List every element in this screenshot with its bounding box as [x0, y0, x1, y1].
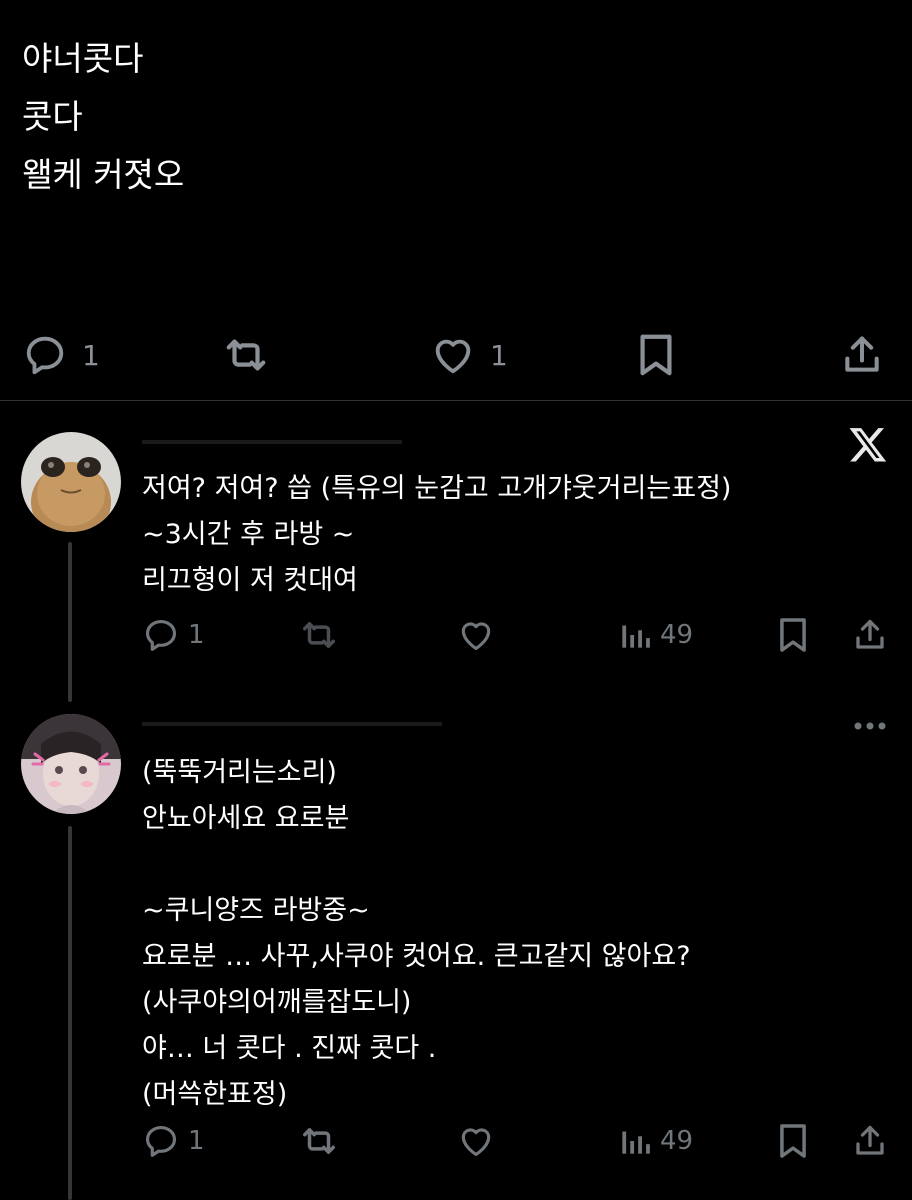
- bookmark-icon: [640, 334, 672, 376]
- like-button[interactable]: [456, 1122, 496, 1160]
- reply-line: ~3시간 후 라방 ~: [142, 519, 355, 550]
- reply-button[interactable]: 1: [142, 616, 205, 654]
- reply-line: 요로분 … 사꾸,사쿠야 컷어요. 큰고같지 않아요?: [142, 941, 691, 972]
- share-icon: [856, 1125, 884, 1155]
- views-button[interactable]: 49: [618, 616, 693, 654]
- reply-line: 리끄형이 저 컷대여: [142, 565, 358, 596]
- thread-line: [68, 826, 72, 1200]
- reply-line: [142, 842, 691, 888]
- retweet-icon: [226, 339, 266, 371]
- top-tweet-text: 야너콧다 콧다 왤케 커졋오: [22, 30, 184, 204]
- reply-line: (머쓱한표정): [142, 1079, 288, 1110]
- views-count: 49: [660, 620, 694, 650]
- views-icon: [622, 1131, 650, 1154]
- reply-line: 야… 너 콧다 . 진짜 콧다 .: [142, 1033, 437, 1064]
- share-button[interactable]: [852, 616, 888, 654]
- x-logo-icon: [849, 428, 887, 462]
- views-icon: [622, 625, 650, 648]
- reply-text: (뚝뚝거리는소리) 안뇨아세요 요로분 ~쿠니양즈 라방중~ 요로분 … 사꾸,…: [142, 750, 691, 1118]
- reply-line: (사쿠야의어깨를잡도니): [142, 987, 412, 1018]
- bookmark-button[interactable]: [776, 1122, 810, 1160]
- reply-line: 저여? 저여? 씁 (특유의 눈감고 고개갸웃거리는표정): [142, 473, 732, 504]
- retweet-button[interactable]: [298, 1122, 340, 1160]
- reply-count: 1: [188, 620, 205, 650]
- blurred-username: [142, 440, 402, 444]
- reply-icon: [145, 1125, 177, 1157]
- share-icon: [856, 619, 884, 649]
- share-button[interactable]: [852, 1122, 888, 1160]
- reply-icon: [26, 336, 64, 375]
- reply-text: 저여? 저여? 씁 (특유의 눈감고 고개갸웃거리는표정) ~3시간 후 라방 …: [142, 466, 731, 604]
- share-icon: [845, 336, 879, 372]
- avatar-plush-image: [21, 432, 121, 532]
- bookmark-icon: [780, 1124, 806, 1158]
- divider: [0, 400, 912, 401]
- retweet-icon: [303, 622, 335, 648]
- reply-count: 1: [82, 338, 100, 372]
- reply-icon: [145, 619, 177, 651]
- avatar[interactable]: [21, 432, 121, 532]
- share-button[interactable]: [840, 332, 884, 378]
- top-tweet-line: 왤케 커졋오: [22, 155, 185, 194]
- bookmark-button[interactable]: [636, 332, 676, 378]
- reply-button[interactable]: 1: [142, 1122, 205, 1160]
- blurred-username: [142, 722, 442, 726]
- like-count: 1: [490, 338, 508, 372]
- retweet-button[interactable]: [298, 616, 340, 654]
- top-tweet-line: 야너콧다: [22, 39, 144, 78]
- reply-line: 안뇨아세요 요로분: [142, 803, 350, 834]
- bookmark-button[interactable]: [776, 616, 810, 654]
- reply-count: 1: [188, 1126, 205, 1156]
- bookmark-icon: [780, 618, 806, 652]
- reply-line: ~쿠니양즈 라방중~: [142, 895, 370, 926]
- top-tweet-line: 콧다: [22, 97, 83, 136]
- like-icon: [435, 339, 471, 374]
- avatar[interactable]: [21, 714, 121, 814]
- more-icon[interactable]: [852, 720, 888, 732]
- views-button[interactable]: 49: [618, 1122, 693, 1160]
- reply-line: (뚝뚝거리는소리): [142, 757, 337, 788]
- retweet-icon: [303, 1128, 335, 1154]
- like-button[interactable]: [456, 616, 496, 654]
- thread-line: [68, 542, 72, 702]
- like-button[interactable]: 1: [430, 332, 508, 378]
- retweet-button[interactable]: [220, 332, 272, 378]
- reply-button[interactable]: 1: [22, 332, 100, 378]
- views-count: 49: [660, 1126, 694, 1156]
- like-icon: [461, 622, 491, 651]
- like-icon: [461, 1128, 491, 1157]
- avatar-photo-image: [21, 714, 121, 814]
